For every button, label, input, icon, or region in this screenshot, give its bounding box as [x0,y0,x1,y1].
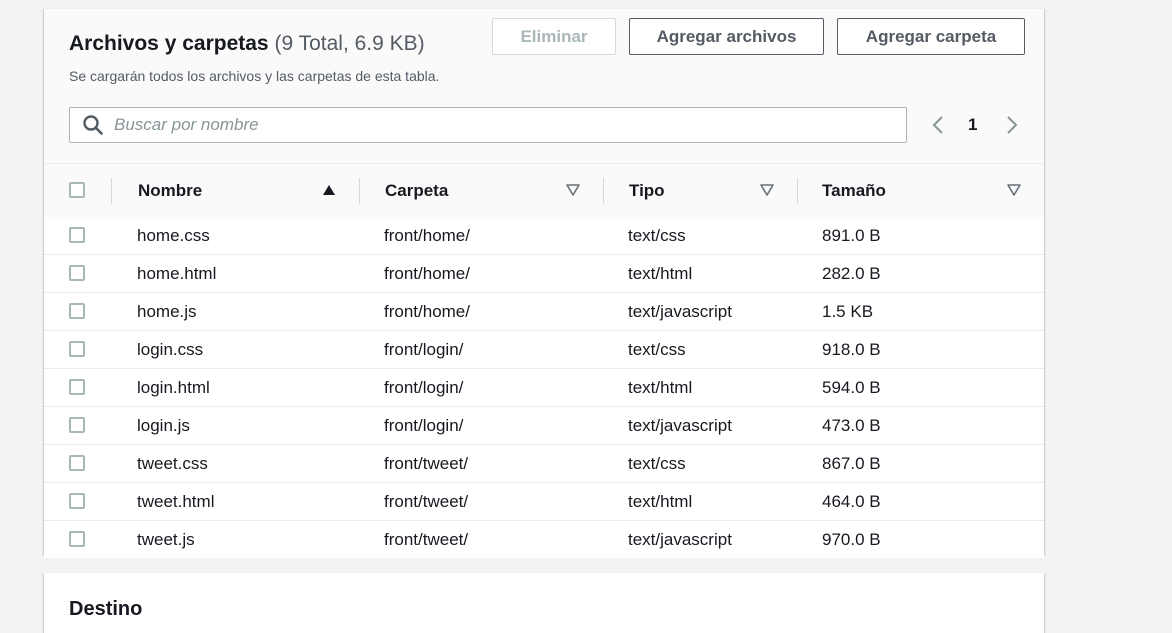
column-header-folder[interactable]: Carpeta [385,164,448,217]
row-checkbox[interactable] [69,303,85,319]
row-checkbox[interactable] [69,341,85,357]
table-row[interactable]: login.html front/login/ text/html 594.0 … [44,369,1044,407]
select-all-checkbox[interactable] [69,182,85,198]
table-row[interactable]: login.js front/login/ text/javascript 47… [44,407,1044,445]
column-separator [359,178,360,204]
search-icon [83,115,103,135]
cell-folder: front/tweet/ [384,530,469,549]
delete-button[interactable]: Eliminar [492,18,616,55]
panel-description: Se cargarán todos los archivos y las car… [69,68,440,84]
column-header-size[interactable]: Tamaño [822,164,886,217]
table-body: home.css front/home/ text/css 891.0 B ho… [44,217,1044,558]
files-and-folders-panel: Archivos y carpetas (9 Total, 6.9 KB) Se… [44,8,1044,558]
table-row[interactable]: tweet.js front/tweet/ text/javascript 97… [44,521,1044,558]
row-checkbox[interactable] [69,417,85,433]
table-row[interactable]: home.js front/home/ text/javascript 1.5 … [44,293,1044,331]
pagination: 1 [924,109,1034,141]
cell-folder: front/tweet/ [384,454,469,473]
cell-type: text/html [628,264,693,283]
row-checkbox[interactable] [69,379,85,395]
table-row[interactable]: login.css front/login/ text/css 918.0 B [44,331,1044,369]
cell-folder: front/home/ [384,226,470,245]
current-page-number[interactable]: 1 [968,114,977,136]
panel-header: Archivos y carpetas (9 Total, 6.9 KB) Se… [44,9,1044,163]
sort-descending-icon[interactable] [566,183,580,197]
add-folder-button[interactable]: Agregar carpeta [837,18,1025,55]
table-row[interactable]: tweet.css front/tweet/ text/css 867.0 B [44,445,1044,483]
table-header: Nombre Carpeta Tipo Tamaño [44,163,1044,218]
column-header-name[interactable]: Nombre [138,164,202,217]
row-checkbox[interactable] [69,531,85,547]
row-checkbox[interactable] [69,455,85,471]
cell-folder: front/login/ [384,378,464,397]
cell-size: 970.0 B [822,530,881,549]
cell-folder: front/home/ [384,264,470,283]
destination-title: Destino [69,598,143,620]
cell-type: text/css [628,454,686,473]
cell-name: tweet.js [137,530,195,549]
row-checkbox[interactable] [69,493,85,509]
destination-panel: Destino [44,573,1044,633]
panel-counter: (9 Total, 6.9 KB) [274,32,425,55]
search-placeholder: Buscar por nombre [114,115,259,134]
cell-folder: front/login/ [384,416,464,435]
cell-type: text/javascript [628,530,732,549]
cell-name: home.html [137,264,217,283]
cell-size: 282.0 B [822,264,881,283]
cell-size: 891.0 B [822,226,881,245]
cell-name: tweet.html [137,492,215,511]
table-row[interactable]: tweet.html front/tweet/ text/html 464.0 … [44,483,1044,521]
cell-size: 1.5 KB [822,302,874,321]
chevron-right-icon[interactable] [1004,115,1020,135]
cell-name: tweet.css [137,454,208,473]
cell-type: text/javascript [628,416,732,435]
cell-type: text/css [628,340,686,359]
sort-descending-icon[interactable] [1007,183,1021,197]
cell-folder: front/home/ [384,302,470,321]
cell-type: text/css [628,226,686,245]
column-separator [111,178,112,204]
row-checkbox[interactable] [69,265,85,281]
column-header-type[interactable]: Tipo [629,164,665,217]
cell-name: home.js [137,302,197,321]
row-checkbox[interactable] [69,227,85,243]
cell-folder: front/tweet/ [384,492,469,511]
add-files-button[interactable]: Agregar archivos [629,18,824,55]
cell-size: 464.0 B [822,492,881,511]
cell-size: 594.0 B [822,378,881,397]
sort-descending-icon[interactable] [760,183,774,197]
column-separator [603,178,604,204]
sort-ascending-icon[interactable] [322,183,336,197]
chevron-left-icon[interactable] [930,115,946,135]
cell-type: text/html [628,378,693,397]
table-row[interactable]: home.css front/home/ text/css 891.0 B [44,217,1044,255]
table-row[interactable]: home.html front/home/ text/html 282.0 B [44,255,1044,293]
cell-size: 918.0 B [822,340,881,359]
search-input[interactable]: Buscar por nombre [69,107,907,143]
cell-type: text/html [628,492,693,511]
cell-size: 867.0 B [822,454,881,473]
cell-name: login.html [137,378,210,397]
cell-folder: front/login/ [384,340,464,359]
cell-name: login.js [137,416,190,435]
panel-title-text: Archivos y carpetas [69,32,269,55]
column-separator [797,178,798,204]
cell-size: 473.0 B [822,416,881,435]
cell-name: login.css [137,340,204,359]
cell-type: text/javascript [628,302,732,321]
panel-title: Archivos y carpetas (9 Total, 6.9 KB) [69,31,425,57]
cell-name: home.css [137,226,210,245]
